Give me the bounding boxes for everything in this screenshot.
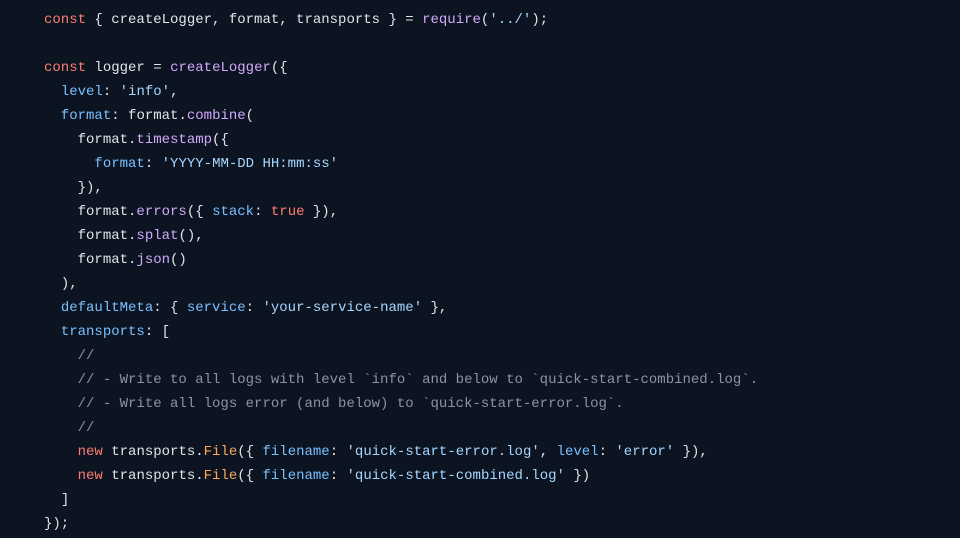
code-line: ), bbox=[44, 272, 960, 296]
code-line: level: 'info', bbox=[44, 80, 960, 104]
code-line: format.splat(), bbox=[44, 224, 960, 248]
code-line: // - Write all logs error (and below) to… bbox=[44, 392, 960, 416]
code-line: format.json() bbox=[44, 248, 960, 272]
code-block: const { createLogger, format, transports… bbox=[44, 8, 960, 536]
code-line: transports: [ bbox=[44, 320, 960, 344]
code-line: const { createLogger, format, transports… bbox=[44, 8, 960, 32]
code-line: // - Write to all logs with level `info`… bbox=[44, 368, 960, 392]
code-line: format: 'YYYY-MM-DD HH:mm:ss' bbox=[44, 152, 960, 176]
code-line: }), bbox=[44, 176, 960, 200]
code-line: new transports.File({ filename: 'quick-s… bbox=[44, 464, 960, 488]
code-line: new transports.File({ filename: 'quick-s… bbox=[44, 440, 960, 464]
code-line: }); bbox=[44, 512, 960, 536]
code-line: // bbox=[44, 344, 960, 368]
code-line: format.errors({ stack: true }), bbox=[44, 200, 960, 224]
code-line: ] bbox=[44, 488, 960, 512]
code-line: defaultMeta: { service: 'your-service-na… bbox=[44, 296, 960, 320]
code-line: const logger = createLogger({ bbox=[44, 56, 960, 80]
code-line: format.timestamp({ bbox=[44, 128, 960, 152]
code-line: format: format.combine( bbox=[44, 104, 960, 128]
code-line bbox=[44, 32, 960, 56]
code-line: // bbox=[44, 416, 960, 440]
